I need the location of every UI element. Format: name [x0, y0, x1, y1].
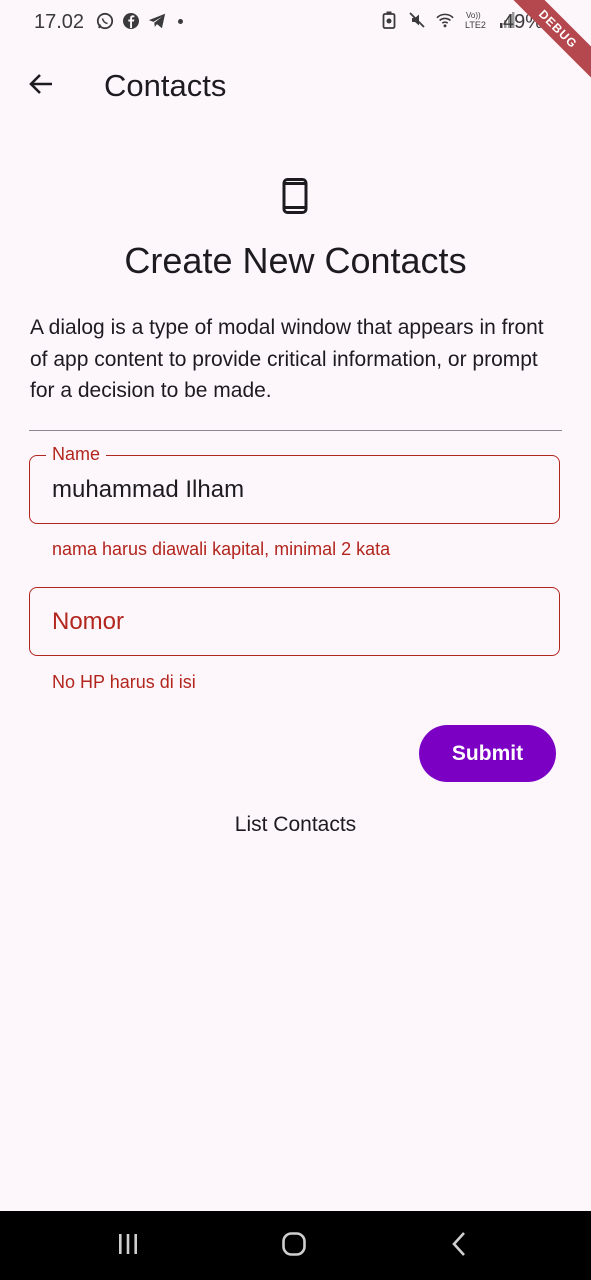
facebook-icon [122, 12, 140, 30]
recents-button[interactable] [108, 1231, 148, 1261]
name-input[interactable] [52, 456, 532, 523]
nomor-field[interactable] [29, 587, 560, 656]
nomor-error-text: No HP harus di isi [52, 672, 196, 692]
arrow-back-icon [28, 71, 54, 102]
status-bar: 17.02 Vo)) LTE2 49% [0, 0, 591, 46]
recents-icon [116, 1233, 140, 1260]
submit-button[interactable]: Submit [419, 725, 556, 782]
nomor-input[interactable] [52, 588, 532, 655]
list-contacts-title: List Contacts [234, 813, 357, 836]
whatsapp-icon [96, 12, 114, 30]
form-heading: Create New Contacts [124, 240, 467, 281]
battery-saver-icon [380, 11, 398, 29]
svg-text:LTE2: LTE2 [465, 20, 486, 30]
status-time: 17.02 [34, 11, 85, 33]
volte-icon: Vo)) LTE2 [464, 11, 488, 30]
back-button[interactable] [22, 67, 60, 105]
svg-text:Vo)): Vo)) [466, 11, 481, 20]
home-button[interactable] [274, 1231, 314, 1261]
name-error-text: nama harus diawali kapital, minimal 2 ka… [52, 539, 391, 559]
mute-icon [408, 11, 426, 29]
system-icons: Vo)) LTE2 [380, 11, 516, 30]
form-description: A dialog is a type of modal window that … [30, 316, 544, 402]
nav-back-button[interactable] [440, 1231, 480, 1261]
notification-icons [96, 12, 183, 30]
name-field[interactable]: Name [29, 444, 560, 524]
wifi-icon [436, 11, 454, 29]
smartphone-icon [282, 178, 308, 214]
divider [29, 430, 562, 431]
telegram-icon [148, 12, 166, 30]
system-nav-bar [0, 1211, 591, 1280]
dot-icon [178, 18, 183, 24]
home-icon [281, 1231, 307, 1262]
page-title: Contacts [104, 68, 227, 103]
back-icon [450, 1231, 470, 1262]
app-bar: Contacts [0, 48, 591, 124]
